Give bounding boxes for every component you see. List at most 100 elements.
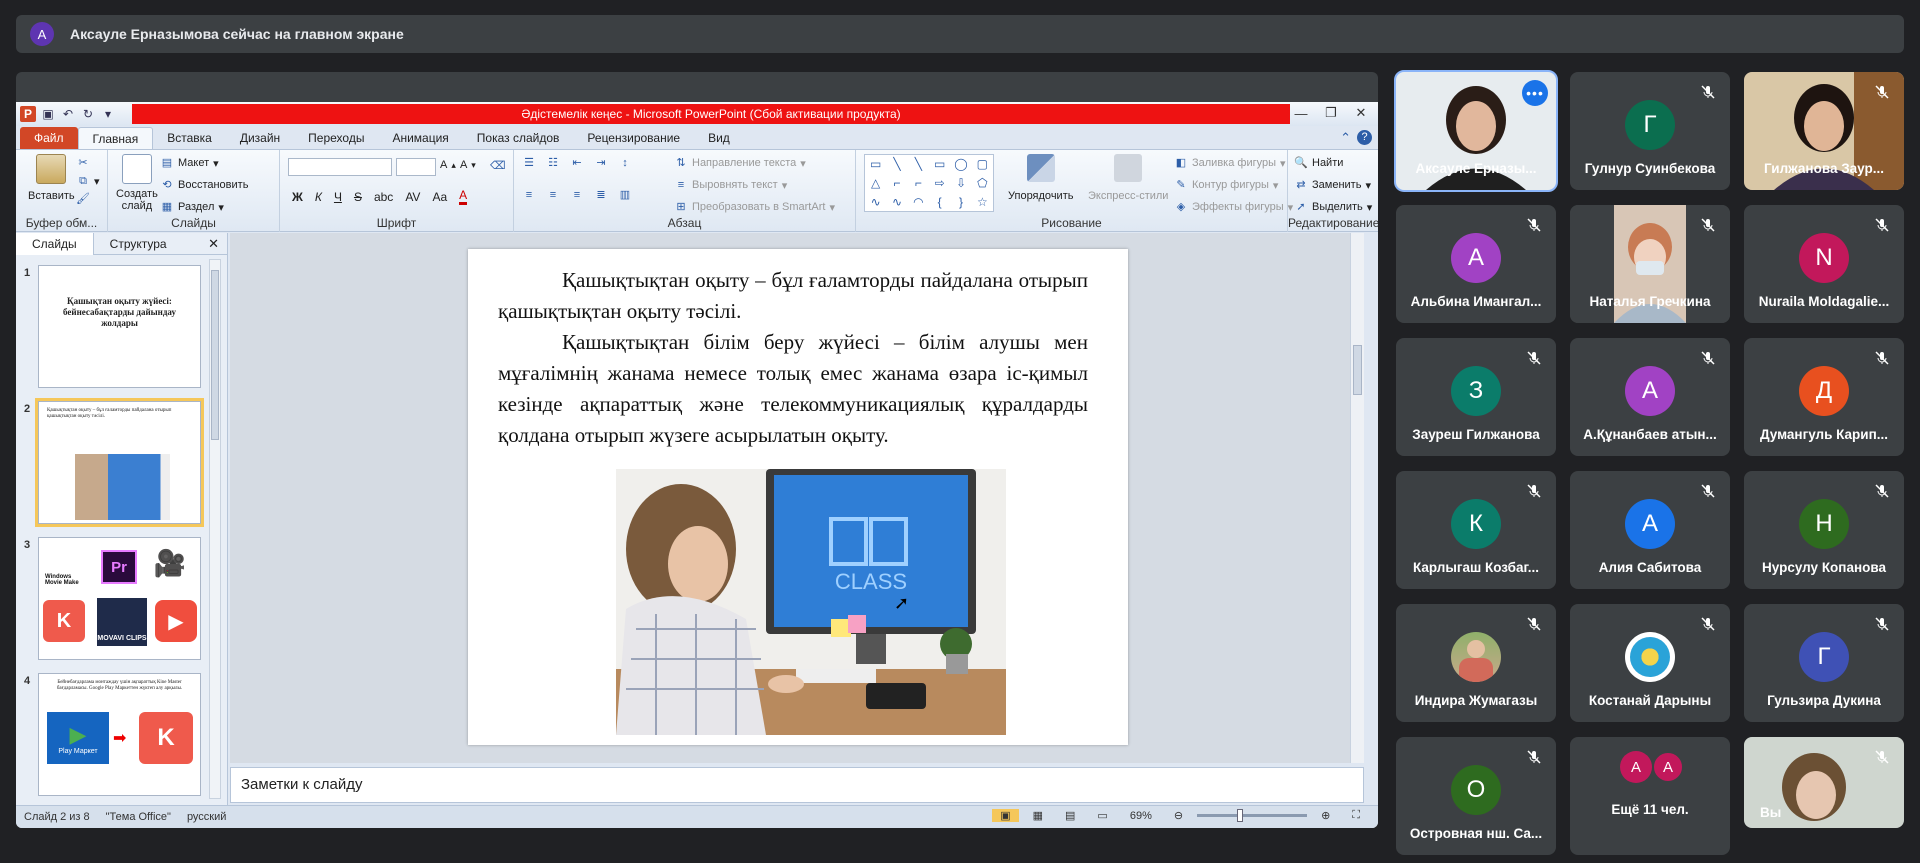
rect-shape-icon[interactable]: ▭ <box>929 155 950 174</box>
notes-pane[interactable]: Заметки к слайду <box>230 767 1364 803</box>
minimize-icon[interactable]: — <box>1288 104 1314 122</box>
slide-image[interactable]: CLASS <box>616 469 1006 735</box>
columns-icon[interactable]: ▥ <box>618 188 632 202</box>
arrow-down-shape-icon[interactable]: ⇩ <box>950 174 971 193</box>
shape-outline-button[interactable]: ✎ Контур фигуры ▾ <box>1174 178 1278 192</box>
triangle-shape-icon[interactable]: △ <box>865 174 886 193</box>
help-icon[interactable]: ? <box>1357 130 1372 145</box>
copy-icon[interactable]: ⧉ ▾ <box>76 174 99 188</box>
tab-transitions[interactable]: Переходы <box>294 127 378 149</box>
more-participants-tile[interactable]: А А Ещё 11 чел. <box>1570 737 1730 855</box>
underline-button[interactable]: Ч <box>334 190 342 204</box>
save-icon[interactable]: ▣ <box>40 106 56 122</box>
slide-text[interactable]: Қашықтықтан оқыту – бұл ғаламторды пайда… <box>498 265 1088 451</box>
customize-qat-icon[interactable]: ▾ <box>100 106 116 122</box>
participant-tile[interactable]: Н Нурсулу Копанова <box>1744 471 1904 589</box>
clear-format-icon[interactable]: ⌫ <box>490 159 506 173</box>
participant-tile[interactable]: Наталья Гречкина <box>1570 205 1730 323</box>
italic-button[interactable]: К <box>315 190 322 204</box>
cut-icon[interactable]: ✂ <box>76 156 90 170</box>
tab-slideshow[interactable]: Показ слайдов <box>463 127 574 149</box>
arrow-right-shape-icon[interactable]: ⇨ <box>929 174 950 193</box>
slide-vertical-scrollbar[interactable] <box>1350 233 1364 763</box>
shape-fill-button[interactable]: ◧ Заливка фигуры ▾ <box>1174 156 1286 170</box>
quick-styles-button[interactable]: Экспресс-стили <box>1088 154 1168 202</box>
text-direction-button[interactable]: ⇅ Направление текста ▾ <box>674 156 805 170</box>
oval-shape-icon[interactable]: ◯ <box>950 155 971 174</box>
participant-tile[interactable]: Гилжанова Заур... <box>1744 72 1904 190</box>
elbow-shape-icon[interactable]: ⌐ <box>886 174 907 193</box>
zoom-out-icon[interactable]: ⊖ <box>1166 809 1191 822</box>
redo-icon[interactable]: ↻ <box>80 106 96 122</box>
align-center-icon[interactable]: ≡ <box>546 188 560 202</box>
paste-button[interactable]: Вставить <box>28 154 75 202</box>
current-slide[interactable]: Қашықтықтан оқыту – бұл ғаламторды пайда… <box>468 249 1128 745</box>
slide-thumbnail-1[interactable]: Қашықтан оқыту жүйесі: бейнесабақтарды д… <box>38 265 201 388</box>
arc-shape-icon[interactable]: ◠ <box>908 193 929 212</box>
layout-button[interactable]: ▤ Макет ▾ <box>160 156 219 170</box>
participant-tile[interactable]: N Nuraila Moldagalie... <box>1744 205 1904 323</box>
strikethrough-button[interactable]: S <box>354 190 362 204</box>
curve-shape-icon[interactable]: ∿ <box>865 193 886 212</box>
align-left-icon[interactable]: ≡ <box>522 188 536 202</box>
select-button[interactable]: ➚ Выделить ▾ <box>1294 200 1372 214</box>
new-slide-button[interactable]: Создать слайд <box>116 154 158 212</box>
curve-shape-icon[interactable]: ∿ <box>886 193 907 212</box>
zoom-in-icon[interactable]: ⊕ <box>1313 809 1338 822</box>
elbow-shape-icon[interactable]: ⌐ <box>908 174 929 193</box>
align-text-button[interactable]: ≡ Выровнять текст ▾ <box>674 178 787 192</box>
tab-slides[interactable]: Слайды <box>16 232 94 255</box>
format-painter-icon[interactable]: 🖌 <box>76 192 90 206</box>
participant-tile[interactable]: Костанай Дарыны <box>1570 604 1730 722</box>
participant-tile[interactable]: Г Гулнур Суинбекова <box>1570 72 1730 190</box>
numbering-icon[interactable]: ☷ <box>546 156 560 170</box>
font-size-select[interactable] <box>396 158 436 176</box>
change-case-button[interactable]: Aa <box>432 190 447 204</box>
tab-home[interactable]: Главная <box>77 127 154 149</box>
zoom-slider[interactable] <box>1197 809 1308 822</box>
line-shape-icon[interactable]: ╲ <box>908 155 929 174</box>
tab-animations[interactable]: Анимация <box>378 127 462 149</box>
theme-name[interactable]: "Тема Office" <box>98 811 179 823</box>
participant-tile[interactable]: А А.Құнанбаев атын... <box>1570 338 1730 456</box>
close-icon[interactable]: ✕ <box>1348 104 1374 122</box>
justify-icon[interactable]: ≣ <box>594 188 608 202</box>
participant-tile[interactable]: О Островная нш. Са... <box>1396 737 1556 855</box>
font-color-button[interactable]: A <box>459 188 468 205</box>
shared-screen[interactable]: P ▣ ↶ ↻ ▾ Әдістемелік кеңес - Microsoft … <box>16 72 1378 828</box>
participant-tile[interactable]: А Альбина Имангал... <box>1396 205 1556 323</box>
shape-effects-button[interactable]: ◈ Эффекты фигуры ▾ <box>1174 200 1293 214</box>
participant-tile[interactable]: Г Гульзира Дукина <box>1744 604 1904 722</box>
participant-tile[interactable]: А Алия Сабитова <box>1570 471 1730 589</box>
close-pane-icon[interactable]: ✕ <box>208 236 219 252</box>
brace-shape-icon[interactable]: { <box>929 193 950 212</box>
section-button[interactable]: ▦ Раздел ▾ <box>160 200 224 214</box>
slideshow-view-icon[interactable]: ▭ <box>1089 809 1115 822</box>
slide-thumbnail-3[interactable]: Windows Movie Make Pr 🎥 K MOVAVI CLIPS ▶ <box>38 537 201 660</box>
participant-tile[interactable]: З Зауреш Гилжанова <box>1396 338 1556 456</box>
star-shape-icon[interactable]: ☆ <box>972 193 993 212</box>
participant-tile[interactable]: Д Думангуль Карип... <box>1744 338 1904 456</box>
char-spacing-button[interactable]: AV <box>405 190 420 204</box>
arrange-button[interactable]: Упорядочить <box>1008 154 1073 202</box>
font-family-select[interactable] <box>288 158 392 176</box>
pentagon-shape-icon[interactable]: ⬠ <box>972 174 993 193</box>
participant-tile[interactable]: ••• Аксауле Ерназы... <box>1394 70 1558 192</box>
slide-thumbnail-2[interactable]: Қашықтықтан оқыту – бұл ғаламторды пайда… <box>35 398 204 527</box>
replace-button[interactable]: ⇄ Заменить ▾ <box>1294 178 1371 192</box>
shadow-button[interactable]: abc <box>374 190 393 204</box>
self-view-tile[interactable]: Вы <box>1744 737 1904 828</box>
participant-tile[interactable]: Индира Жумагазы <box>1396 604 1556 722</box>
shapes-gallery[interactable]: ▭ ╲ ╲ ▭ ◯ ▢ △ ⌐ ⌐ ⇨ ⇩ ⬠ ∿ ∿ ◠{} ☆ <box>864 154 994 212</box>
more-options-icon[interactable]: ••• <box>1522 80 1548 106</box>
outdent-icon[interactable]: ⇥ <box>594 156 608 170</box>
reset-button[interactable]: ⟲ Восстановить <box>160 178 248 192</box>
normal-view-icon[interactable]: ▣ <box>992 809 1019 822</box>
rounded-rect-shape-icon[interactable]: ▢ <box>972 155 993 174</box>
grow-font-icon[interactable]: A ▴ A ▾ <box>440 159 476 171</box>
textbox-shape-icon[interactable]: ▭ <box>865 155 886 174</box>
brace-shape-icon[interactable]: } <box>950 193 971 212</box>
tab-outline[interactable]: Структура <box>94 233 183 255</box>
slides-pane-scrollbar[interactable] <box>209 259 221 799</box>
tab-review[interactable]: Рецензирование <box>573 127 694 149</box>
